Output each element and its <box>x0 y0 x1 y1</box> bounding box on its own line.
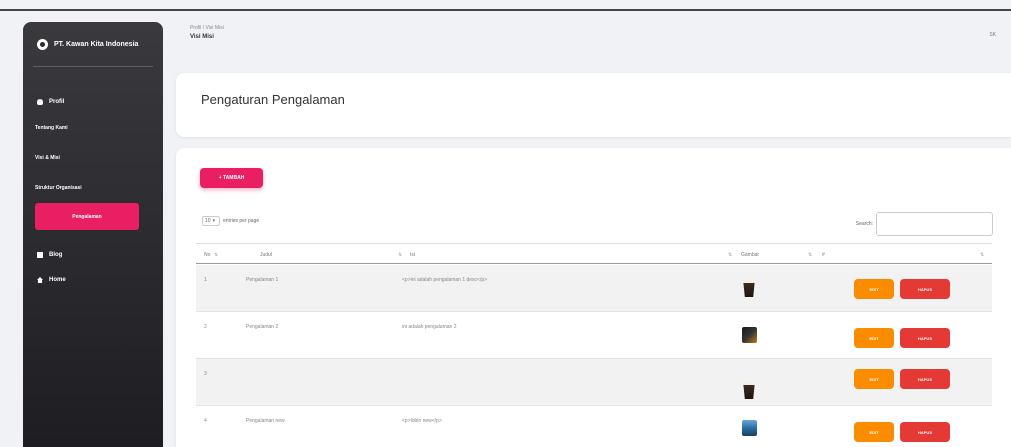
col-action[interactable]: # <box>822 252 825 258</box>
row-image[interactable] <box>743 280 755 297</box>
sidebar-item-tentang-kami[interactable]: Tentang Kami <box>23 113 163 143</box>
cell-isi: <p>lobin new</p> <box>402 418 442 424</box>
sort-icon: ⇅ <box>980 252 985 258</box>
sidebar-item-label: Home <box>49 277 66 283</box>
edit-button[interactable]: EDIT <box>854 328 894 348</box>
delete-button[interactable]: HAPUS <box>900 328 950 348</box>
sort-icon: ⇅ <box>398 252 403 258</box>
entries-label: entries per page <box>223 218 260 224</box>
cell-no: 2 <box>204 324 207 330</box>
search-input[interactable] <box>876 212 993 236</box>
sidebar-item-label: Profil <box>49 99 65 105</box>
sidebar-item-label: Pengalaman <box>72 213 102 220</box>
sort-icon: ⇅ <box>728 252 733 258</box>
divider <box>33 66 153 67</box>
sidebar: PT. Kawan Kita Indonesia Profil Tentang … <box>23 22 163 447</box>
sidebar-item-home[interactable]: Home <box>23 270 163 290</box>
cell-judul: Pengalaman 1 <box>246 277 279 283</box>
top-border <box>0 9 1011 11</box>
header-card: Pengaturan Pengalaman <box>176 73 1011 137</box>
delete-button[interactable]: HAPUS <box>900 369 950 389</box>
col-judul[interactable]: Judul <box>260 252 272 258</box>
main-card: + TAMBAH 10 ▾ entries per page Search: N… <box>176 148 1011 447</box>
entries-select[interactable]: 10 ▾ <box>202 216 220 226</box>
breadcrumb[interactable]: Profil / Visi Misi <box>190 25 224 31</box>
col-isi[interactable]: Isi <box>410 252 415 258</box>
cell-judul: Pengalaman 2 <box>246 324 279 330</box>
edit-button[interactable]: EDIT <box>854 422 894 442</box>
brand[interactable]: PT. Kawan Kita Indonesia <box>23 22 163 66</box>
table-row: 4 Pengalaman new <p>lobin new</p> EDIT H… <box>196 406 992 447</box>
cell-no: 3 <box>204 371 207 377</box>
table-row: 2 Pengalaman 2 ini adalah pengalaman 2 E… <box>196 312 992 359</box>
user-indicator[interactable]: SK <box>989 32 996 38</box>
sidebar-item-struktur[interactable]: Struktur Organisasi <box>23 173 163 203</box>
sidebar-item-visi-misi[interactable]: Visi & Misi <box>23 143 163 173</box>
table-row: 1 Pengalaman 1 <p>ini adalah pengalaman … <box>196 265 992 312</box>
cell-isi: ini adalah pengalaman 2 <box>402 324 457 330</box>
home-icon <box>37 277 43 283</box>
brand-logo-icon <box>37 38 48 50</box>
sort-icon: ⇅ <box>808 252 813 258</box>
sidebar-item-label: Visi & Misi <box>35 155 60 161</box>
header-title: Pengaturan Pengalaman <box>201 92 345 107</box>
entries-control: 10 ▾ entries per page <box>202 216 259 226</box>
data-table: No ⇅ Judul ⇅ Isi ⇅ Gambar ⇅ # ⇅ 1 Pengal… <box>196 243 992 442</box>
cell-no: 4 <box>204 418 207 424</box>
sidebar-item-pengalaman[interactable]: Pengalaman <box>35 203 139 230</box>
table-row: 3 EDIT HAPUS <box>196 359 992 406</box>
entries-value: 10 <box>205 218 211 224</box>
sidebar-item-blog[interactable]: Blog <box>23 240 163 270</box>
cell-judul: Pengalaman new <box>246 418 285 424</box>
edit-button[interactable]: EDIT <box>854 279 894 299</box>
col-gambar[interactable]: Gambar <box>741 252 759 258</box>
search-label: Search: <box>855 221 873 227</box>
sidebar-item-label: Tentang Kami <box>35 125 68 131</box>
sidebar-item-label: Blog <box>49 252 63 258</box>
sidebar-item-profil[interactable]: Profil <box>23 95 163 109</box>
row-image[interactable] <box>743 382 755 399</box>
row-image[interactable] <box>742 420 757 436</box>
edit-button[interactable]: EDIT <box>854 369 894 389</box>
brand-name: PT. Kawan Kita Indonesia <box>54 40 139 48</box>
chevron-down-icon: ▾ <box>212 218 216 224</box>
add-button[interactable]: + TAMBAH <box>200 168 263 188</box>
row-image[interactable] <box>742 327 757 343</box>
delete-button[interactable]: HAPUS <box>900 422 950 442</box>
search-control: Search: <box>856 212 993 236</box>
person-icon <box>37 99 43 105</box>
cell-no: 1 <box>204 277 207 283</box>
cell-isi: <p>ini adalah pengalaman 1 desc</p> <box>402 277 488 283</box>
blog-icon <box>37 252 43 258</box>
sidebar-item-label: Struktur Organisasi <box>35 185 82 191</box>
table-header: No ⇅ Judul ⇅ Isi ⇅ Gambar ⇅ # ⇅ <box>196 243 992 264</box>
sort-icon: ⇅ <box>214 252 219 258</box>
delete-button[interactable]: HAPUS <box>900 279 950 299</box>
col-no[interactable]: No <box>204 252 210 258</box>
page-title: Visi Misi <box>190 34 214 40</box>
